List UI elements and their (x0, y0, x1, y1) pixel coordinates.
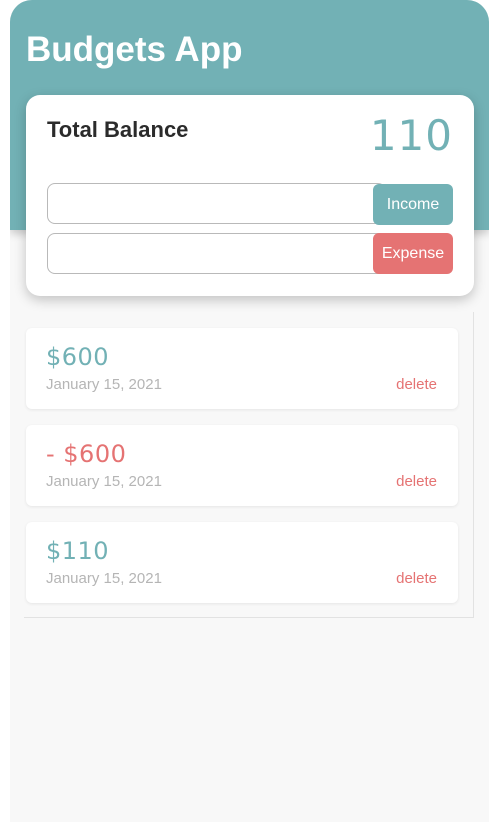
total-balance-value: 110 (369, 111, 453, 160)
delete-button[interactable]: delete (396, 376, 437, 393)
transaction-item: $110 January 15, 2021 delete (26, 522, 458, 603)
transaction-amount: $600 (46, 343, 110, 371)
transaction-date: January 15, 2021 (46, 570, 162, 587)
budgets-app: Budgets App Total Balance 110 Income Exp… (10, 0, 489, 822)
balance-card: Total Balance 110 Income Expense (26, 95, 474, 296)
app-title: Budgets App (26, 30, 243, 69)
income-input[interactable] (47, 183, 386, 224)
transaction-amount: $110 (46, 537, 110, 565)
transactions-list: $600 January 15, 2021 delete - $600 Janu… (24, 312, 474, 618)
transaction-date: January 15, 2021 (46, 376, 162, 393)
income-button[interactable]: Income (373, 184, 453, 225)
expense-input[interactable] (47, 233, 386, 274)
transaction-item: - $600 January 15, 2021 delete (26, 425, 458, 506)
delete-button[interactable]: delete (396, 570, 437, 587)
expense-button[interactable]: Expense (373, 233, 453, 274)
delete-button[interactable]: delete (396, 473, 437, 490)
transaction-amount: - $600 (46, 440, 127, 468)
transaction-item: $600 January 15, 2021 delete (26, 328, 458, 409)
total-balance-label: Total Balance (47, 117, 189, 142)
transaction-date: January 15, 2021 (46, 473, 162, 490)
